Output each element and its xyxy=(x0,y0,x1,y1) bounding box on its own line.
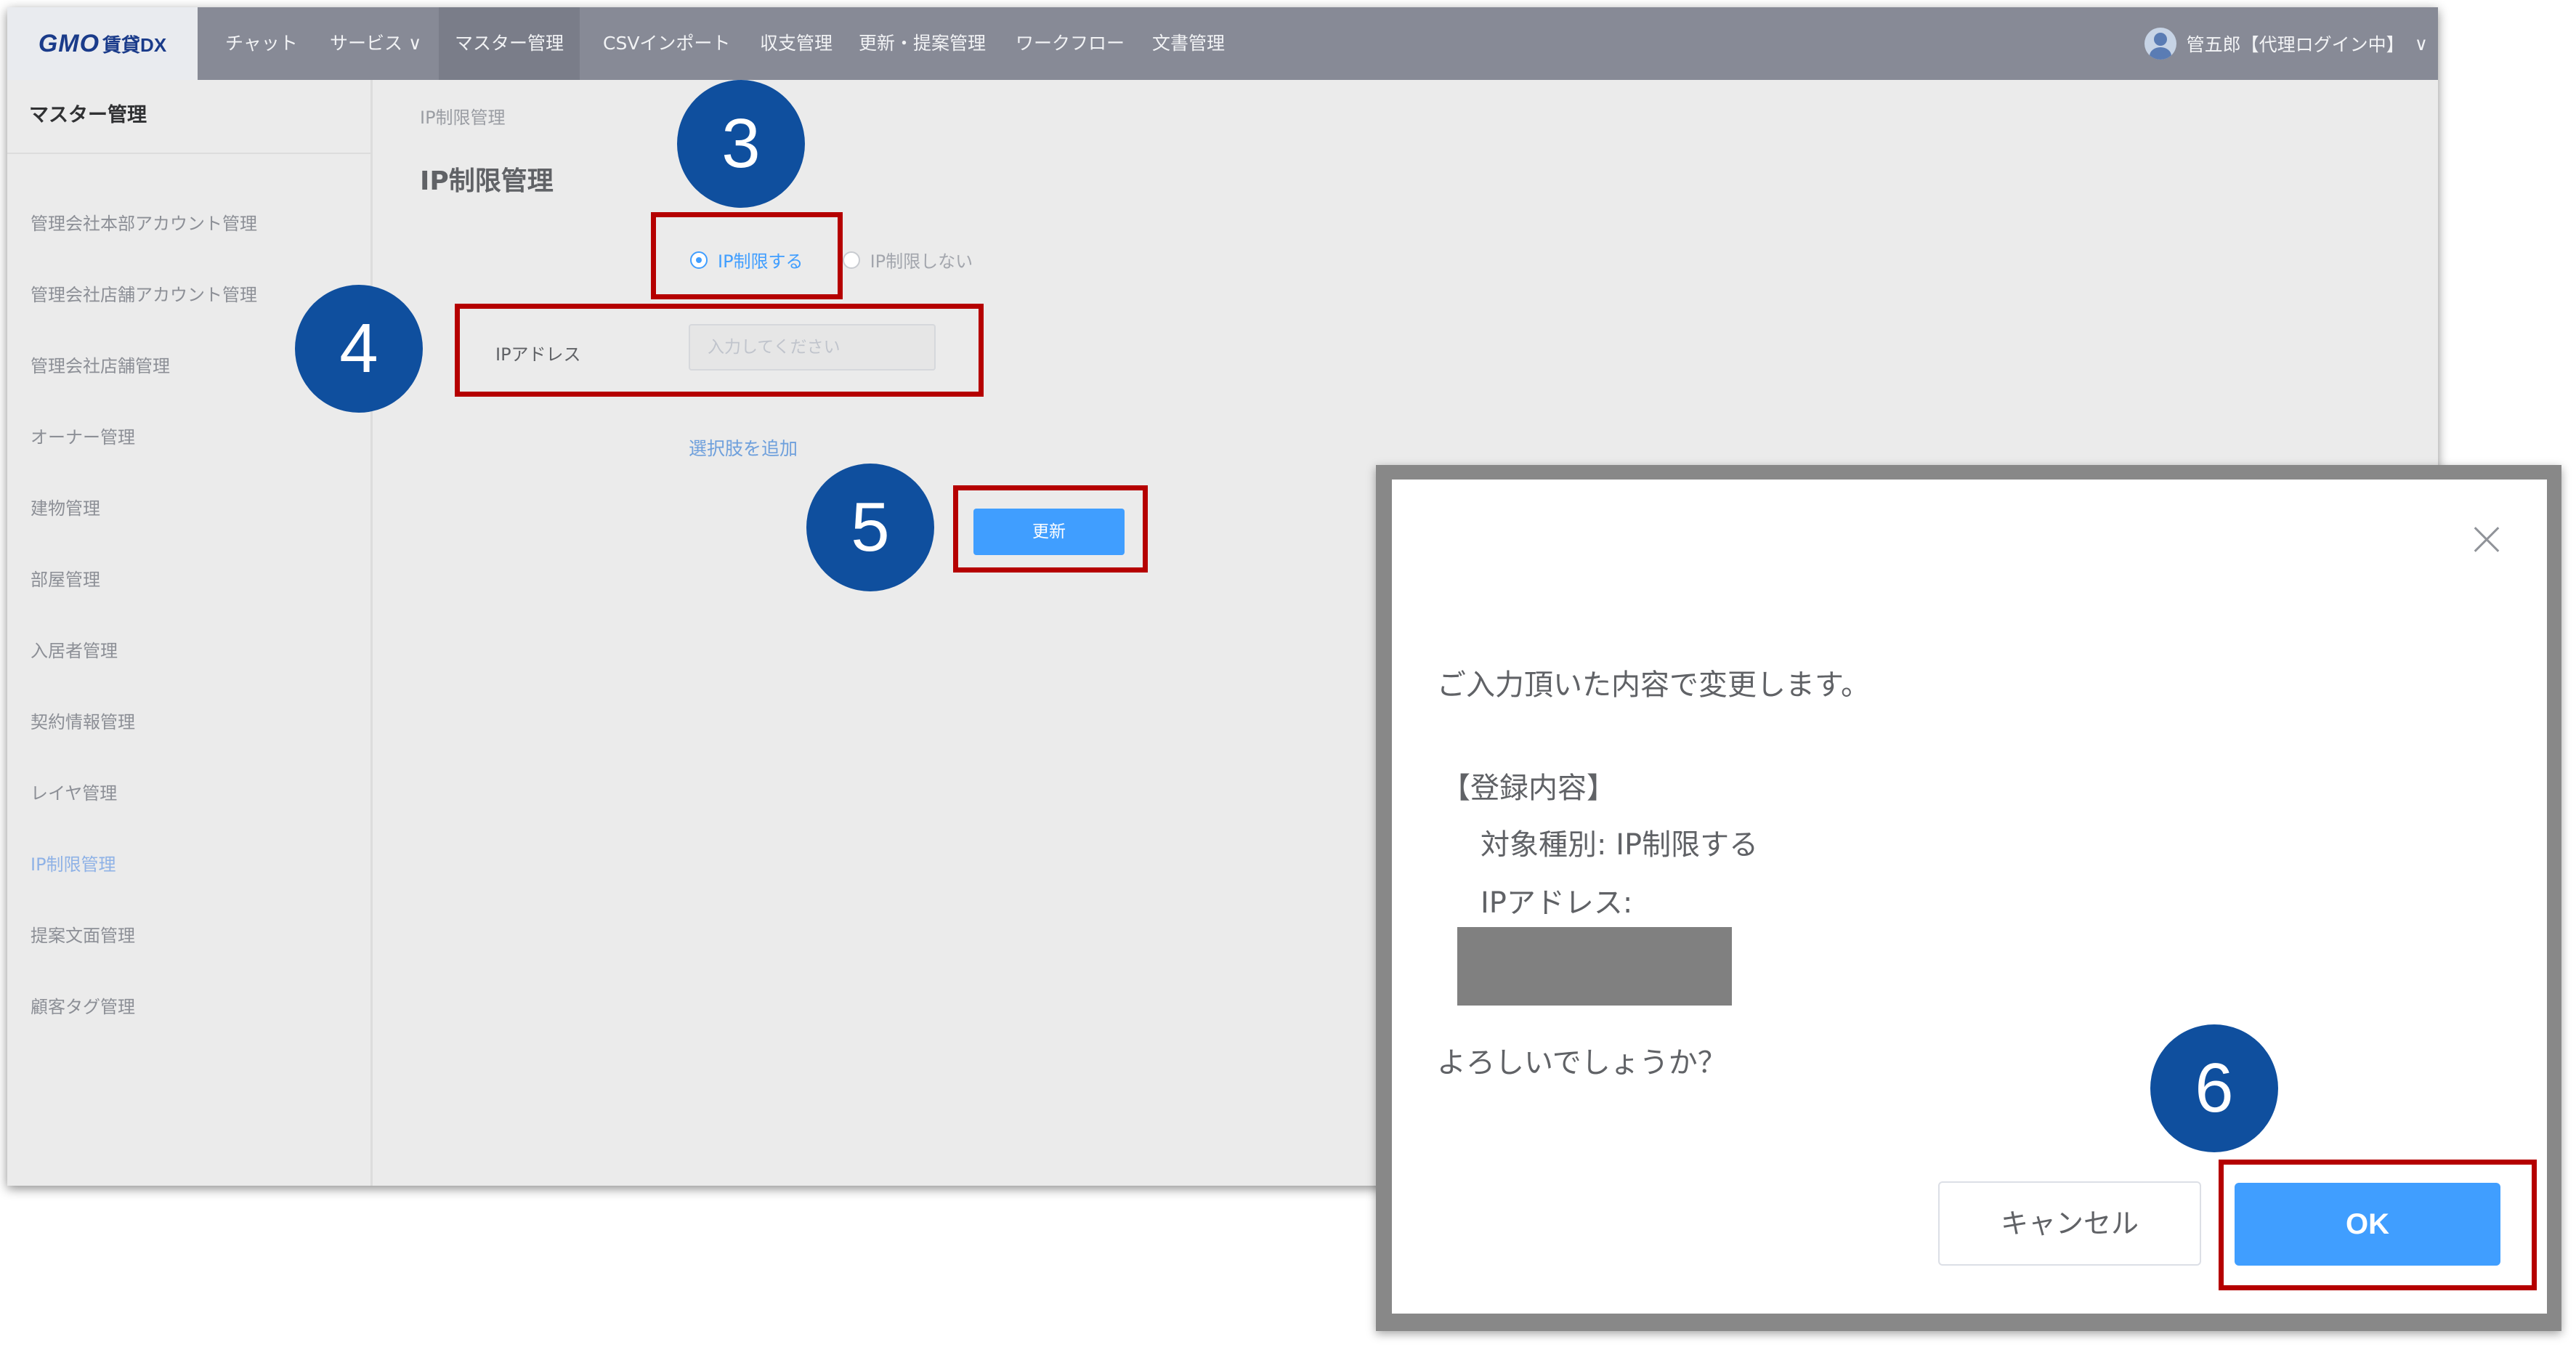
chevron-down-icon: ∨ xyxy=(2414,33,2428,54)
sidebar-item-rooms[interactable]: 部屋管理 xyxy=(31,565,100,591)
sidebar-item-store-accounts[interactable]: 管理会社店舗アカウント管理 xyxy=(31,280,257,306)
step-badge-6: 6 xyxy=(2150,1024,2278,1152)
sidebar-item-layers[interactable]: レイヤ管理 xyxy=(31,779,117,804)
highlight-box-radio xyxy=(651,212,843,299)
radio-ip-no-restrict[interactable] xyxy=(842,251,860,269)
step-badge-4: 4 xyxy=(295,285,423,413)
nav-chat[interactable]: チャット xyxy=(209,7,314,80)
breadcrumb: IP制限管理 xyxy=(420,108,506,128)
page-title: IP制限管理 xyxy=(420,166,554,196)
user-menu[interactable]: 管五郎【代理ログイン中】 ∨ xyxy=(2144,7,2428,80)
top-navigation-bar: GMO 賃貸DX チャット サービス ∨ マスター管理 CSVインポート 収支管… xyxy=(7,7,2438,80)
radio-ip-no-restrict-label[interactable]: IP制限しない xyxy=(870,247,973,272)
user-name: 管五郎【代理ログイン中】 xyxy=(2186,34,2405,55)
dialog-section-title: 【登録内容】 xyxy=(1441,772,1616,805)
sidebar-item-contracts[interactable]: 契約情報管理 xyxy=(31,708,135,733)
user-avatar-icon xyxy=(2144,28,2176,60)
dialog-target-type: 対象種別: IP制限する xyxy=(1481,828,1759,862)
sidebar-item-buildings[interactable]: 建物管理 xyxy=(31,494,100,519)
dialog-ip-label: IPアドレス: xyxy=(1481,886,1633,920)
sidebar-item-customer-tags[interactable]: 顧客タグ管理 xyxy=(31,992,135,1018)
dialog-confirm-question: よろしいでしょうか？ xyxy=(1437,1046,1727,1080)
sidebar-item-proposal-text[interactable]: 提案文面管理 xyxy=(31,921,135,947)
dialog-message: ご入力頂いた内容で変更します。 xyxy=(1437,668,1870,702)
logo[interactable]: GMO 賃貸DX xyxy=(7,7,198,80)
sidebar-title: マスター管理 xyxy=(29,104,147,126)
sidebar-item-owners[interactable]: オーナー管理 xyxy=(31,423,135,448)
sidebar-item-tenants[interactable]: 入居者管理 xyxy=(31,636,118,662)
nav-income-expense[interactable]: 収支管理 xyxy=(744,7,848,80)
nav-csv-import[interactable]: CSVインポート xyxy=(587,7,746,80)
logo-brand: GMO xyxy=(38,29,100,57)
sidebar-item-hq-accounts[interactable]: 管理会社本部アカウント管理 xyxy=(31,209,257,235)
nav-documents[interactable]: 文書管理 xyxy=(1136,7,1241,80)
nav-workflow[interactable]: ワークフロー xyxy=(1000,7,1141,80)
sidebar-item-ip-restriction[interactable]: IP制限管理 xyxy=(31,850,116,875)
nav-master-management[interactable]: マスター管理 xyxy=(439,7,580,80)
sidebar-divider xyxy=(7,153,370,154)
step-badge-3: 3 xyxy=(677,80,805,208)
step-badge-5: 5 xyxy=(806,464,934,591)
nav-renewal-proposal[interactable]: 更新・提案管理 xyxy=(843,7,1002,80)
highlight-box-ip-input xyxy=(455,304,984,397)
cancel-button[interactable]: キャンセル xyxy=(1938,1181,2201,1266)
highlight-box-update xyxy=(953,485,1148,573)
close-icon[interactable] xyxy=(2471,525,2502,555)
highlight-box-ok xyxy=(2219,1160,2537,1290)
add-option-link[interactable]: 選択肢を追加 xyxy=(689,434,798,461)
nav-service[interactable]: サービス ∨ xyxy=(314,7,437,80)
redacted-ip-address xyxy=(1457,927,1732,1006)
logo-product: 賃貸DX xyxy=(102,33,167,56)
sidebar: マスター管理 管理会社本部アカウント管理 管理会社店舗アカウント管理 管理会社店… xyxy=(7,80,373,1186)
sidebar-item-stores[interactable]: 管理会社店舗管理 xyxy=(31,352,170,377)
